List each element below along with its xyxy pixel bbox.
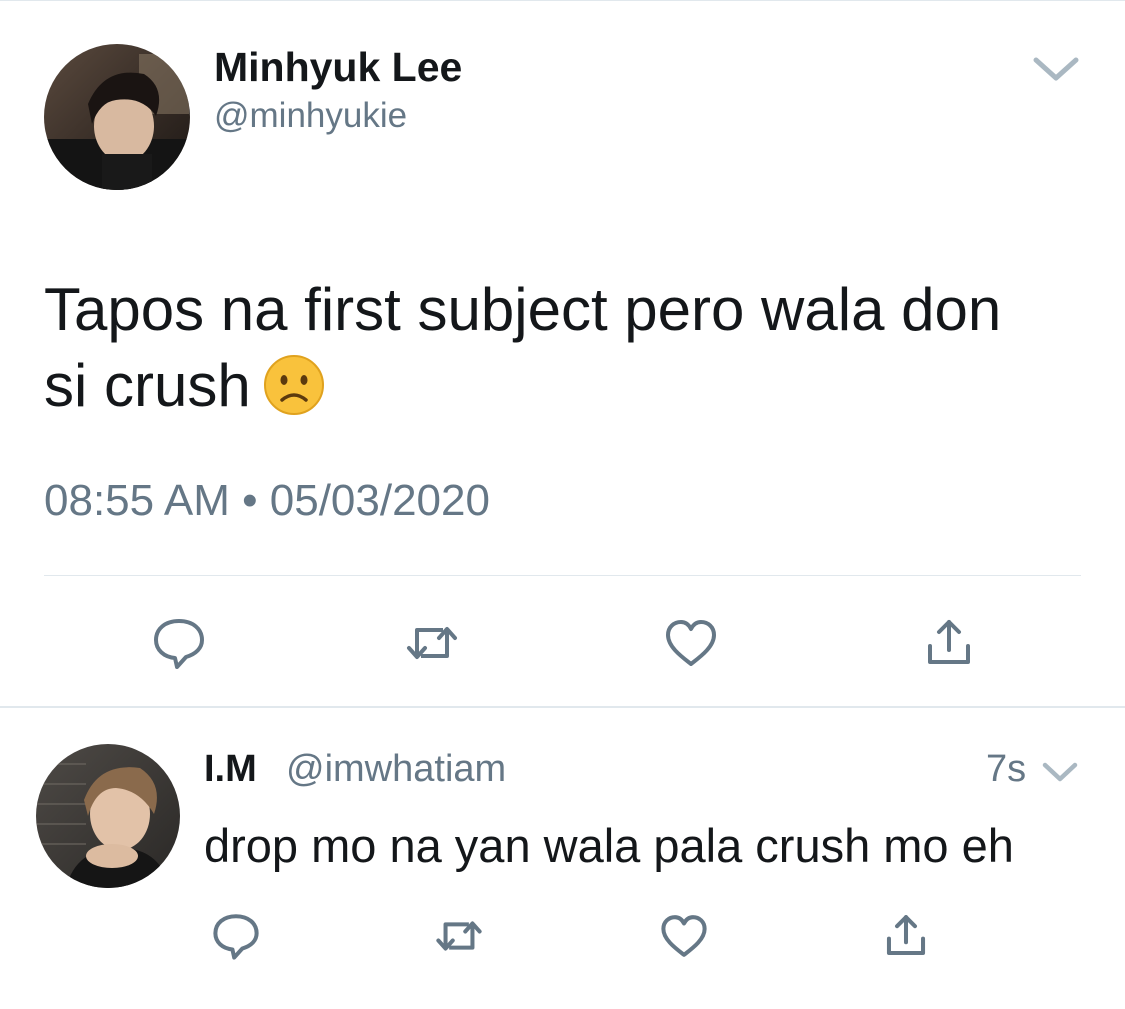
tweet-text: Tapos na first subject pero wala don si … [44,272,1084,424]
top-border [0,0,1125,1]
tweet-text-line2: si crush [44,352,251,419]
share-icon[interactable] [880,910,932,962]
tweet-timestamp[interactable]: 08:55 AM • 05/03/2020 [44,476,490,526]
retweet-icon[interactable] [433,910,485,962]
retweet-icon[interactable] [403,614,461,672]
share-icon[interactable] [920,614,978,672]
chevron-down-icon[interactable] [1040,758,1080,786]
reply-text: drop mo na yan wala pala crush mo eh [204,819,1014,872]
reply-icon[interactable] [210,910,262,962]
reply-author-handle[interactable]: @imwhatiam [286,748,506,791]
reply-icon[interactable] [150,614,208,672]
author-name[interactable]: Minhyuk Lee [214,44,462,91]
author-avatar[interactable] [44,44,190,190]
divider [44,575,1081,576]
reply-author-name[interactable]: I.M [204,748,257,791]
frowning-face-emoji-icon [263,354,325,416]
reply-timestamp[interactable]: 7s [986,748,1026,791]
tweet-text-line1: Tapos na first subject pero wala don [44,276,1002,343]
like-icon[interactable] [658,910,710,962]
like-icon[interactable] [662,614,720,672]
section-separator [0,706,1125,708]
chevron-down-icon[interactable] [1030,52,1082,86]
reply-author-avatar[interactable] [36,744,180,888]
author-handle[interactable]: @minhyukie [214,96,407,136]
